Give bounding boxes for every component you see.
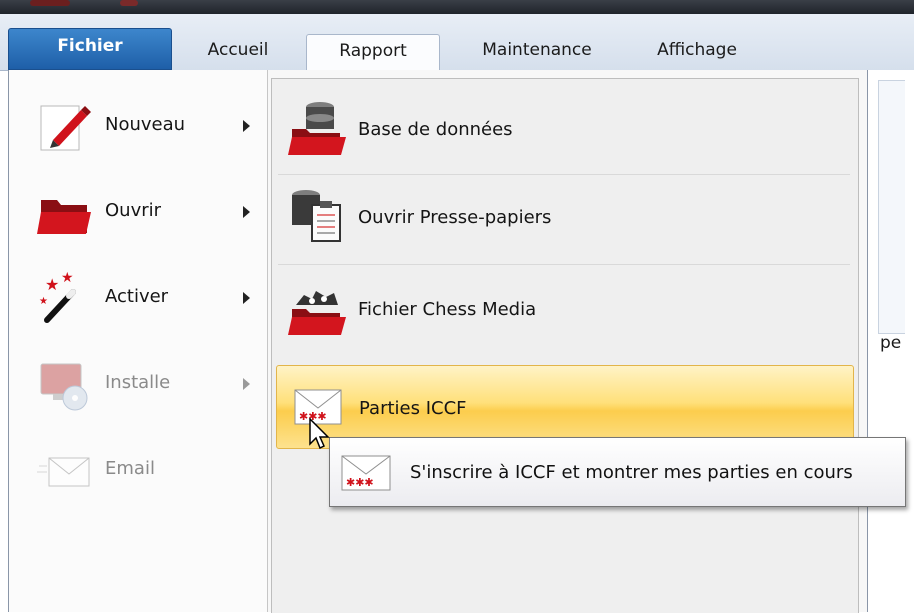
menu-item-label: Ouvrir bbox=[105, 200, 162, 221]
svg-text:✱✱✱: ✱✱✱ bbox=[346, 476, 374, 489]
tab-maintenance[interactable]: Maintenance bbox=[462, 34, 612, 70]
submenu-item-ouvrir-presse-papiers[interactable]: Ouvrir Presse-papiers bbox=[276, 175, 854, 259]
submenu-arrow-icon bbox=[243, 292, 250, 304]
menu-item-email[interactable]: Email bbox=[19, 434, 259, 508]
submenu-item-label: Parties ICCF bbox=[359, 398, 467, 419]
separator bbox=[278, 264, 850, 265]
submenu-item-label: Ouvrir Presse-papiers bbox=[358, 207, 552, 228]
menu-item-nouveau[interactable]: Nouveau bbox=[19, 90, 259, 164]
tooltip: ✱✱✱ S'inscrire à ICCF et montrer mes par… bbox=[329, 437, 906, 507]
tab-fichier[interactable]: Fichier bbox=[8, 28, 172, 70]
application-menu: Nouveau Ouvrir ★ ★ ★ Activer Installe Em… bbox=[8, 70, 868, 613]
submenu-panel: Base de données Ouvrir Presse-papiers Fi… bbox=[271, 78, 859, 613]
submenu-arrow-icon bbox=[243, 120, 250, 132]
menu-item-label: Activer bbox=[105, 286, 169, 307]
tab-rapport[interactable]: Rapport bbox=[306, 34, 440, 71]
submenu-item-base-de-donnees[interactable]: Base de données bbox=[276, 87, 854, 171]
title-bar-icon bbox=[30, 0, 70, 6]
menu-left-column: Nouveau Ouvrir ★ ★ ★ Activer Installe Em… bbox=[9, 70, 268, 612]
ribbon-tab-strip: Fichier Accueil Rapport Maintenance Affi… bbox=[0, 14, 914, 71]
chess-media-folder-icon bbox=[288, 291, 346, 335]
tab-accueil[interactable]: Accueil bbox=[188, 34, 288, 70]
clipboard-database-icon bbox=[292, 190, 341, 242]
background-text: pe bbox=[880, 333, 902, 353]
submenu-item-label: Fichier Chess Media bbox=[358, 299, 537, 320]
menu-item-ouvrir[interactable]: Ouvrir bbox=[19, 176, 259, 250]
email-icon bbox=[37, 457, 90, 487]
svg-text:★: ★ bbox=[39, 296, 48, 307]
menu-item-label: Nouveau bbox=[105, 114, 186, 135]
svg-text:★: ★ bbox=[45, 275, 59, 294]
submenu-arrow-icon bbox=[243, 206, 250, 218]
iccf-envelope-icon: ✱✱✱ bbox=[341, 455, 391, 491]
submenu-item-label: Base de données bbox=[358, 119, 513, 140]
menu-item-label: Email bbox=[105, 458, 155, 479]
install-cd-icon bbox=[40, 363, 88, 411]
background-group-box bbox=[878, 80, 905, 334]
submenu-arrow-icon bbox=[243, 378, 250, 390]
menu-item-activer[interactable]: ★ ★ ★ Activer bbox=[19, 262, 259, 336]
magic-wand-icon: ★ ★ ★ bbox=[39, 270, 76, 323]
tab-affichage[interactable]: Affichage bbox=[622, 34, 772, 70]
menu-item-installe[interactable]: Installe bbox=[19, 348, 259, 422]
submenu-item-fichier-chess-media[interactable]: Fichier Chess Media bbox=[276, 267, 854, 351]
pen-icon bbox=[40, 105, 91, 151]
folder-icon bbox=[37, 200, 91, 234]
title-bar-decoration bbox=[120, 0, 138, 6]
svg-text:★: ★ bbox=[61, 270, 74, 286]
database-folder-icon bbox=[288, 102, 346, 155]
menu-item-label: Installe bbox=[105, 372, 171, 393]
tooltip-text: S'inscrire à ICCF et montrer mes parties… bbox=[410, 462, 853, 483]
mouse-cursor-icon bbox=[309, 418, 330, 450]
title-bar bbox=[0, 0, 914, 14]
